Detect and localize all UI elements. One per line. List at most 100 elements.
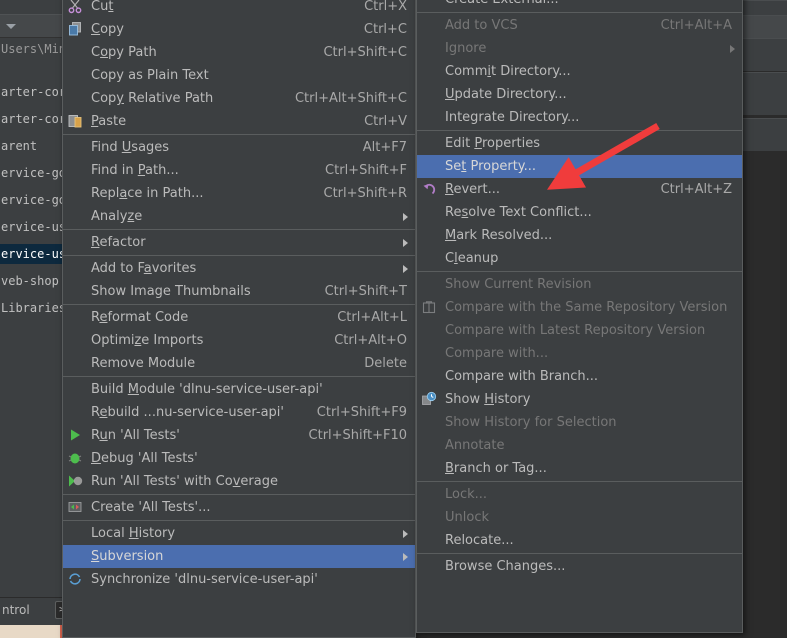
menu-item-remove-module[interactable]: Remove Module Delete <box>63 352 415 375</box>
chevron-right-icon <box>403 239 408 247</box>
project-tree-item[interactable]: arter-cor <box>0 109 62 129</box>
menu-item-refactor[interactable]: Refactor <box>63 231 415 254</box>
menu-item-relocate[interactable]: Relocate... <box>417 529 742 552</box>
project-tree-item[interactable]: veb-shop <box>0 271 62 291</box>
menu-item-compare-with: Compare with... <box>417 342 742 365</box>
project-tool-window[interactable]: Users\Ming arter-cor arter-cor arent ervice… <box>0 0 63 638</box>
cut-icon <box>67 0 83 14</box>
menu-item-shortcut: Alt+F7 <box>362 140 407 155</box>
menu-item-revert[interactable]: Revert... Ctrl+Alt+Z <box>417 178 742 201</box>
menu-separator <box>63 376 415 377</box>
menu-item-show-history[interactable]: Show History <box>417 388 742 411</box>
menu-item-paste[interactable]: Paste Ctrl+V <box>63 110 415 133</box>
editor-background-right <box>740 0 787 638</box>
menu-item-label: Show History for Selection <box>445 415 617 430</box>
copy-icon <box>67 21 83 37</box>
bg-strip-1 <box>740 0 787 16</box>
menu-item-copy[interactable]: Copy Ctrl+C <box>63 18 415 41</box>
project-tree-item[interactable]: ervice-go <box>0 190 62 210</box>
menu-item-shortcut: Ctrl+Shift+F9 <box>316 405 407 420</box>
menu-item-create-external[interactable]: Create External... <box>417 0 742 11</box>
menu-item-rebuild-nu-service-user-api[interactable]: Rebuild ...nu-service-user-api' Ctrl+Shif… <box>63 401 415 424</box>
menu-item-label: Create 'All Tests'... <box>91 500 211 515</box>
project-tree-item[interactable]: arter-cor <box>0 82 62 102</box>
menu-item-label: Add to Favorites <box>91 261 197 276</box>
menu-item-update-directory[interactable]: Update Directory... <box>417 83 742 106</box>
menu-item-label: Synchronize 'dlnu-service-user-api' <box>91 572 318 587</box>
menu-item-shortcut: Delete <box>364 356 407 371</box>
chevron-right-icon <box>403 213 408 221</box>
menu-item-resolve-text-conflict[interactable]: Resolve Text Conflict... <box>417 201 742 224</box>
menu-item-show-current-revision: Show Current Revision <box>417 273 742 296</box>
menu-item-shortcut: Ctrl+X <box>364 0 407 14</box>
menu-item-analyze[interactable]: Analyze <box>63 205 415 228</box>
menu-item-copy-path[interactable]: Copy Path Ctrl+Shift+C <box>63 41 415 64</box>
module-context-menu[interactable]: Cut Ctrl+X Copy Ctrl+C Copy Path Ctrl+Shift+C… <box>62 0 416 638</box>
menu-item-label: Show Current Revision <box>445 277 592 292</box>
menu-item-cleanup[interactable]: Cleanup <box>417 247 742 270</box>
menu-item-copy-as-plain-text[interactable]: Copy as Plain Text <box>63 64 415 87</box>
menu-item-browse-changes[interactable]: Browse Changes... <box>417 555 742 578</box>
menu-item-set-property[interactable]: Set Property... <box>417 155 742 178</box>
project-tree-item[interactable]: ervice-us <box>0 244 62 264</box>
menu-item-run-all-tests-with-coverage[interactable]: Run 'All Tests' with Coverage <box>63 470 415 493</box>
menu-item-compare-with-branch[interactable]: Compare with Branch... <box>417 365 742 388</box>
menu-item-label: Compare with Branch... <box>445 369 599 384</box>
menu-item-integrate-directory[interactable]: Integrate Directory... <box>417 106 742 129</box>
menu-item-reformat-code[interactable]: Reformat Code Ctrl+Alt+L <box>63 306 415 329</box>
menu-item-label: Show History <box>445 392 531 407</box>
menu-separator <box>417 12 742 13</box>
menu-separator <box>63 134 415 135</box>
menu-separator <box>417 481 742 482</box>
menu-item-find-usages[interactable]: Find Usages Alt+F7 <box>63 136 415 159</box>
menu-item-copy-relative-path[interactable]: Copy Relative Path Ctrl+Alt+Shift+C <box>63 87 415 110</box>
menu-item-optimize-imports[interactable]: Optimize Imports Ctrl+Alt+O <box>63 329 415 352</box>
menu-item-cut[interactable]: Cut Ctrl+X <box>63 0 415 18</box>
menu-item-run-all-tests[interactable]: Run 'All Tests' Ctrl+Shift+F10 <box>63 424 415 447</box>
menu-item-label: Find Usages <box>91 140 170 155</box>
menu-item-edit-properties[interactable]: Edit Properties <box>417 132 742 155</box>
menu-item-show-image-thumbnails[interactable]: Show Image Thumbnails Ctrl+Shift+T <box>63 280 415 303</box>
menu-item-shortcut: Ctrl+Alt+A <box>660 18 732 33</box>
synchronize-icon <box>67 571 83 587</box>
subversion-submenu[interactable]: Create External... Add to VCS Ctrl+Alt+A Ig… <box>416 0 743 633</box>
project-tree-toolbar[interactable] <box>0 14 62 38</box>
menu-item-branch-or-tag[interactable]: Branch or Tag... <box>417 457 742 480</box>
menu-item-shortcut: Ctrl+Shift+R <box>323 186 408 201</box>
menu-item-local-history[interactable]: Local History <box>63 522 415 545</box>
chevron-right-icon <box>403 530 408 538</box>
menu-item-synchronize-dlnu-service-user-api[interactable]: Synchronize 'dlnu-service-user-api' <box>63 568 415 591</box>
paste-icon <box>67 113 83 129</box>
menu-item-build-module-dlnu-service-user-api[interactable]: Build Module 'dlnu-service-user-api' <box>63 378 415 401</box>
menu-item-shortcut: Ctrl+Shift+T <box>324 284 407 299</box>
menu-item-label: Copy Relative Path <box>91 91 214 106</box>
menu-item-lock: Lock... <box>417 483 742 506</box>
menu-item-mark-resolved[interactable]: Mark Resolved... <box>417 224 742 247</box>
menu-item-commit-directory[interactable]: Commit Directory... <box>417 60 742 83</box>
project-tree-item[interactable]: ervice-go <box>0 163 62 183</box>
menu-item-debug-all-tests[interactable]: Debug 'All Tests' <box>63 447 415 470</box>
menu-item-replace-in-path[interactable]: Replace in Path... Ctrl+Shift+R <box>63 182 415 205</box>
menu-separator <box>417 271 742 272</box>
menu-item-add-to-favorites[interactable]: Add to Favorites <box>63 257 415 280</box>
menu-item-subversion[interactable]: Subversion <box>63 545 415 568</box>
chevron-down-icon[interactable] <box>6 24 16 29</box>
menu-item-label: Revert... <box>445 182 500 197</box>
menu-item-label: Compare with the Same Repository Version <box>445 300 728 315</box>
menu-item-create-all-tests[interactable]: Create 'All Tests'... <box>63 496 415 519</box>
project-tree-item[interactable]: Libraries <box>0 298 62 318</box>
run-icon <box>67 427 83 443</box>
menu-item-label: Reformat Code <box>91 310 189 325</box>
menu-item-shortcut: Ctrl+C <box>363 22 407 37</box>
history-icon <box>421 391 437 407</box>
menu-item-shortcut: Ctrl+Alt+O <box>334 333 407 348</box>
project-tree-item[interactable]: ervice-us <box>0 217 62 237</box>
menu-item-find-in-path[interactable]: Find in Path... Ctrl+Shift+F <box>63 159 415 182</box>
menu-separator <box>63 494 415 495</box>
menu-item-ignore: Ignore <box>417 37 742 60</box>
menu-item-label: Find in Path... <box>91 163 179 178</box>
project-tree-item[interactable]: arent <box>0 136 62 156</box>
menu-item-label: Commit Directory... <box>445 64 571 79</box>
menu-item-label: Browse Changes... <box>445 559 566 574</box>
menu-item-shortcut: Ctrl+Shift+C <box>323 45 407 60</box>
